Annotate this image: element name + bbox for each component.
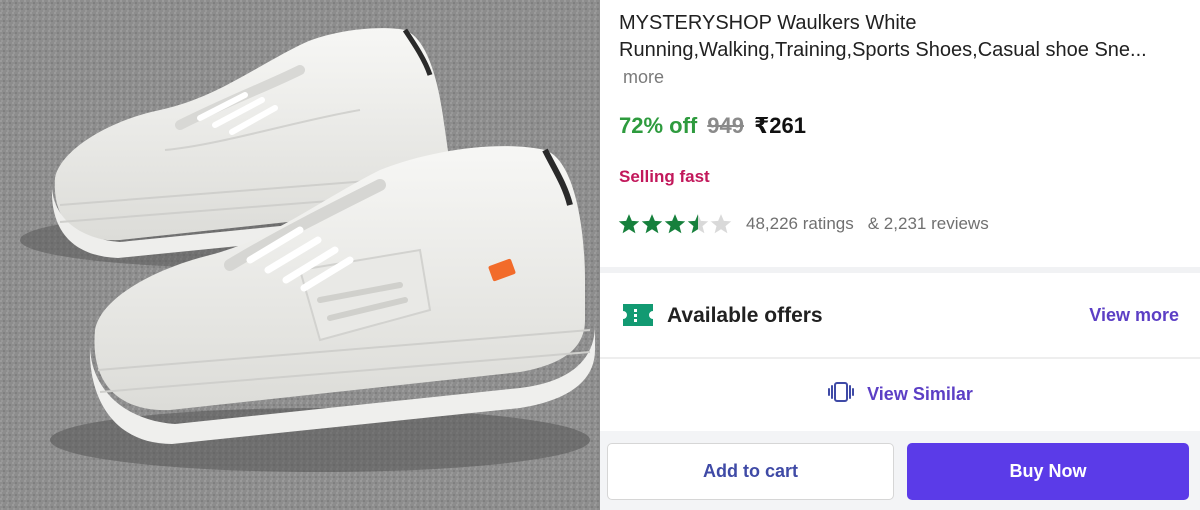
product-title-text: MYSTERYSHOP Waulkers White Running,Walki… <box>619 12 1147 61</box>
ratings-count: 48,226 ratings <box>746 214 854 233</box>
reviews-count: & 2,231 reviews <box>867 214 989 233</box>
product-title: MYSTERYSHOP Waulkers White Running,Walki… <box>619 10 1179 91</box>
add-to-cart-button[interactable]: Add to cart <box>607 443 894 500</box>
title-more-link[interactable]: more <box>623 67 664 87</box>
star-icon <box>618 214 640 234</box>
star-icon <box>710 214 732 234</box>
original-price: 949 <box>707 113 744 138</box>
offer-ticket-icon <box>621 302 655 333</box>
bottom-action-bar: Add to cart Buy Now <box>600 431 1200 510</box>
star-icon <box>687 214 709 234</box>
sneakers-photo <box>0 0 600 510</box>
rating-row[interactable]: 48,226 ratings & 2,231 reviews <box>618 213 989 235</box>
view-similar-button[interactable]: View Similar <box>600 359 1200 429</box>
discount-percent: 72% off <box>619 113 698 138</box>
buy-now-button[interactable]: Buy Now <box>907 443 1189 500</box>
view-similar-icon <box>827 381 855 408</box>
star-icon <box>664 214 686 234</box>
view-similar-label: View Similar <box>867 383 973 404</box>
product-details-panel: MYSTERYSHOP Waulkers White Running,Walki… <box>600 0 1200 510</box>
selling-fast-badge: Selling fast <box>619 167 710 186</box>
star-icon <box>641 214 663 234</box>
view-more-offers-link[interactable]: View more <box>1089 305 1179 326</box>
price-row: 72% off 949 ₹261 <box>619 113 806 139</box>
available-offers-label: Available offers <box>667 304 823 327</box>
available-offers-row[interactable]: Available offers View more <box>600 273 1200 357</box>
product-image[interactable] <box>0 0 600 510</box>
star-rating <box>618 213 732 235</box>
selling-price: ₹261 <box>753 113 806 138</box>
